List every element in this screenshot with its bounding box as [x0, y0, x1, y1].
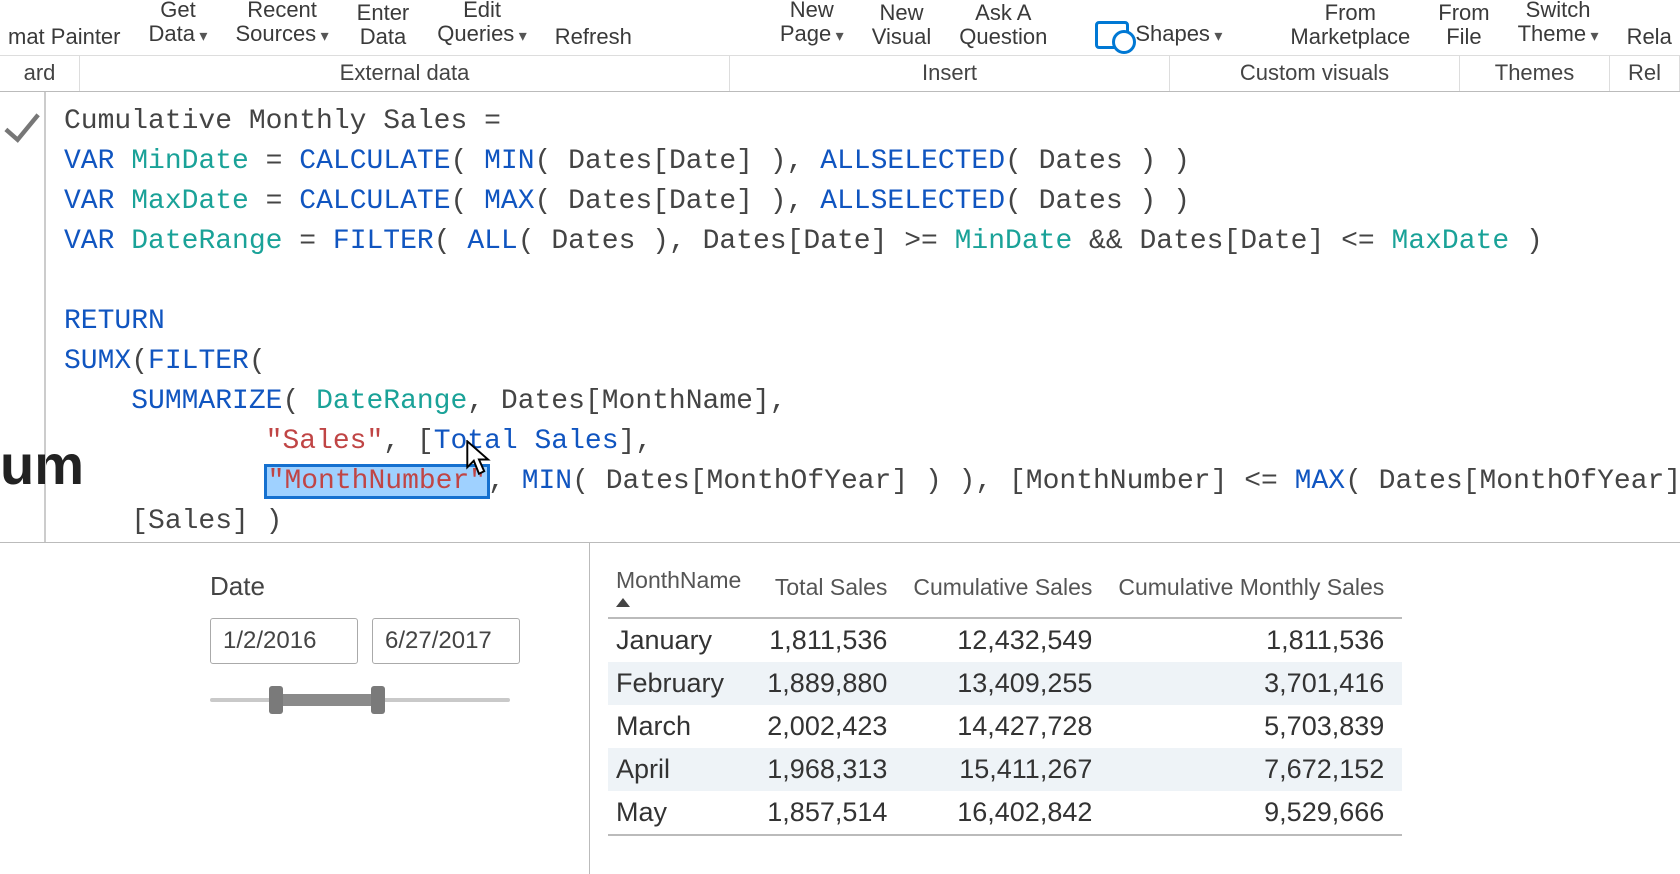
- get-data-button[interactable]: GetData: [135, 0, 222, 55]
- slicer-title: Date: [210, 571, 589, 602]
- cell-cumulative-monthly: 5,703,839: [1110, 705, 1402, 748]
- commit-check-icon[interactable]: [0, 106, 44, 150]
- cell-cumulative-monthly: 9,529,666: [1110, 791, 1402, 835]
- table-row[interactable]: January1,811,53612,432,5491,811,536: [608, 618, 1402, 662]
- enter-data-label-2: Data: [360, 25, 406, 49]
- cell-cumulative-sales: 16,402,842: [905, 791, 1110, 835]
- new-page-label-2: Page: [780, 22, 844, 49]
- cell-month: February: [608, 662, 759, 705]
- col-header[interactable]: Total Sales: [759, 561, 905, 618]
- shapes-icon: [1095, 21, 1129, 49]
- cell-cumulative-monthly: 1,811,536: [1110, 618, 1402, 662]
- mouse-cursor-icon: [466, 440, 492, 474]
- from-file-button[interactable]: FromFile: [1424, 1, 1503, 55]
- cell-total-sales: 1,968,313: [759, 748, 905, 791]
- report-canvas: Date MonthNameTotal SalesCumulative Sale…: [0, 542, 1680, 874]
- slicer-slider[interactable]: [210, 686, 510, 714]
- switch-theme-label-1: Switch: [1526, 0, 1591, 22]
- cell-cumulative-monthly: 3,701,416: [1110, 662, 1402, 705]
- cell-month: April: [608, 748, 759, 791]
- ribbon-group-label: External data: [340, 60, 470, 85]
- ribbon-group-relationships: Rel: [1610, 56, 1680, 91]
- formula-bar-row: um Cumulative Monthly Sales = VAR MinDat…: [0, 92, 1680, 542]
- date-slicer[interactable]: Date: [0, 543, 590, 874]
- ribbon-group-themes: Themes: [1460, 56, 1610, 91]
- cell-month: May: [608, 791, 759, 835]
- ask-question-label-2: Question: [959, 25, 1047, 49]
- slider-handle-end[interactable]: [371, 686, 385, 714]
- slider-range[interactable]: [276, 694, 378, 706]
- col-header[interactable]: Cumulative Sales: [905, 561, 1110, 618]
- edit-queries-label-1: Edit: [463, 0, 501, 22]
- table-visual[interactable]: MonthNameTotal SalesCumulative SalesCumu…: [590, 543, 1680, 874]
- switch-theme-label-2: Theme: [1518, 22, 1599, 49]
- sales-table[interactable]: MonthNameTotal SalesCumulative SalesCumu…: [608, 561, 1402, 836]
- cell-total-sales: 2,002,423: [759, 705, 905, 748]
- slicer-start-input[interactable]: [210, 618, 358, 664]
- switch-theme-button[interactable]: SwitchTheme: [1504, 0, 1613, 55]
- cell-total-sales: 1,811,536: [759, 618, 905, 662]
- get-data-label-2: Data: [149, 22, 208, 49]
- ribbon-group-label: ard: [24, 60, 56, 85]
- relationships-label-2: Rela: [1627, 25, 1672, 49]
- ribbon: mat PainterGetDataRecentSourcesEnterData…: [0, 0, 1680, 56]
- edit-queries-button[interactable]: EditQueries: [423, 0, 541, 55]
- enter-data-button[interactable]: EnterData: [343, 1, 424, 55]
- cell-month: January: [608, 618, 759, 662]
- new-visual-label-2: Visual: [872, 25, 932, 49]
- cell-total-sales: 1,857,514: [759, 791, 905, 835]
- ribbon-group-label: Rel: [1628, 60, 1661, 85]
- shapes-button[interactable]: Shapes: [1081, 21, 1236, 55]
- recent-sources-label-1: Recent: [247, 0, 317, 22]
- table-row[interactable]: February1,889,88013,409,2553,701,416: [608, 662, 1402, 705]
- table-row[interactable]: May1,857,51416,402,8429,529,666: [608, 791, 1402, 835]
- recent-sources-label-2: Sources: [235, 22, 328, 49]
- ribbon-group-label: Custom visuals: [1240, 60, 1389, 85]
- ribbon-group-label: Themes: [1495, 60, 1574, 85]
- refresh-button[interactable]: Refresh: [541, 25, 646, 55]
- recent-sources-button[interactable]: RecentSources: [221, 0, 342, 55]
- table-row[interactable]: April1,968,31315,411,2677,672,152: [608, 748, 1402, 791]
- ribbon-group-external-data: External data: [80, 56, 730, 91]
- from-marketplace-button[interactable]: FromMarketplace: [1276, 1, 1424, 55]
- from-marketplace-label-2: Marketplace: [1290, 25, 1410, 49]
- new-visual-button[interactable]: NewVisual: [858, 1, 946, 55]
- selected-text[interactable]: "MonthNumber": [266, 466, 488, 497]
- enter-data-label-1: Enter: [357, 1, 410, 25]
- col-header[interactable]: Cumulative Monthly Sales: [1110, 561, 1402, 618]
- ribbon-group-clipboard: ard: [0, 56, 80, 91]
- get-data-label-1: Get: [160, 0, 195, 22]
- new-page-button[interactable]: NewPage: [766, 0, 858, 55]
- cell-month: March: [608, 705, 759, 748]
- cell-cumulative-sales: 13,409,255: [905, 662, 1110, 705]
- cell-total-sales: 1,889,880: [759, 662, 905, 705]
- relationships-button[interactable]: Rela: [1613, 25, 1680, 55]
- ribbon-group-custom-visuals: Custom visuals: [1170, 56, 1460, 91]
- from-marketplace-label-1: From: [1325, 1, 1376, 25]
- ribbon-groups: ard External data Insert Custom visuals Them…: [0, 56, 1680, 92]
- shapes-label: Shapes: [1135, 22, 1222, 49]
- cell-cumulative-monthly: 7,672,152: [1110, 748, 1402, 791]
- cell-cumulative-sales: 14,427,728: [905, 705, 1110, 748]
- ask-question-button[interactable]: Ask AQuestion: [945, 1, 1061, 55]
- cell-cumulative-sales: 15,411,267: [905, 748, 1110, 791]
- col-header[interactable]: MonthName: [608, 561, 759, 618]
- ask-question-label-1: Ask A: [975, 1, 1031, 25]
- format-painter-button[interactable]: mat Painter: [8, 25, 135, 55]
- ribbon-group-label: Insert: [922, 60, 977, 85]
- format-painter-label-2: mat Painter: [8, 25, 121, 49]
- formula-editor[interactable]: Cumulative Monthly Sales = VAR MinDate =…: [45, 92, 1680, 542]
- ribbon-group-insert: Insert: [730, 56, 1170, 91]
- table-row[interactable]: March2,002,42314,427,7285,703,839: [608, 705, 1402, 748]
- from-file-label-2: File: [1446, 25, 1481, 49]
- slicer-end-input[interactable]: [372, 618, 520, 664]
- new-visual-label-1: New: [879, 1, 923, 25]
- new-page-label-1: New: [790, 0, 834, 22]
- edit-queries-label-2: Queries: [437, 22, 527, 49]
- cell-cumulative-sales: 12,432,549: [905, 618, 1110, 662]
- from-file-label-1: From: [1438, 1, 1489, 25]
- refresh-label-2: Refresh: [555, 25, 632, 49]
- slider-handle-start[interactable]: [269, 686, 283, 714]
